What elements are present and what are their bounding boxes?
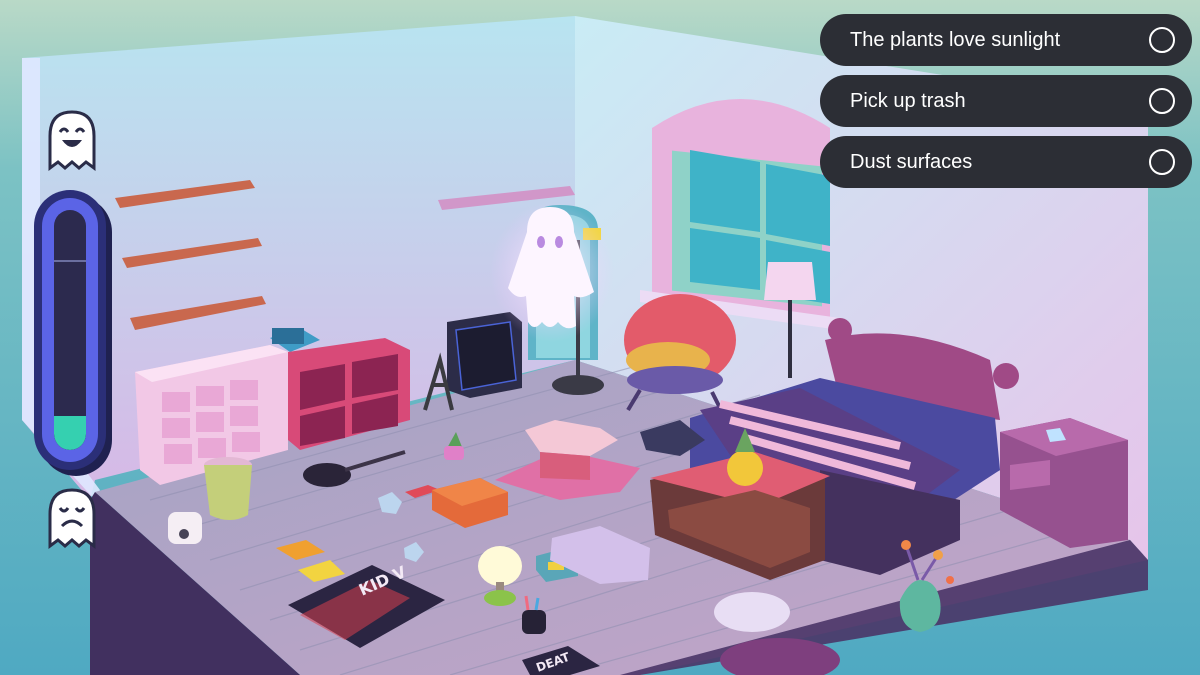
amplifier — [447, 312, 522, 398]
task-checkbox-icon[interactable] — [1149, 88, 1175, 114]
task-item-plants[interactable]: The plants love sunlight — [820, 14, 1192, 66]
sad-ghost-icon — [44, 486, 100, 550]
trash-bin — [204, 457, 252, 520]
mood-meter — [34, 190, 106, 470]
task-label: Dust surfaces — [850, 150, 973, 173]
mood-meter-fill — [54, 416, 86, 450]
task-label: Pick up trash — [850, 89, 966, 112]
mood-meter-frame — [42, 198, 98, 462]
task-checkbox-icon[interactable] — [1149, 149, 1175, 175]
toilet-paper — [168, 512, 202, 544]
task-list: The plants love sunlight Pick up trash D… — [820, 14, 1192, 197]
task-checkbox-icon[interactable] — [1149, 27, 1175, 53]
task-item-trash[interactable]: Pick up trash — [820, 75, 1192, 127]
small-lamp — [478, 546, 522, 606]
mood-meter-track — [54, 210, 86, 450]
mood-meter-marker — [54, 260, 86, 262]
task-label: The plants love sunlight — [850, 28, 1061, 51]
ghost-character — [490, 202, 614, 342]
task-item-dust[interactable]: Dust surfaces — [820, 136, 1192, 188]
happy-ghost-icon — [44, 108, 100, 172]
